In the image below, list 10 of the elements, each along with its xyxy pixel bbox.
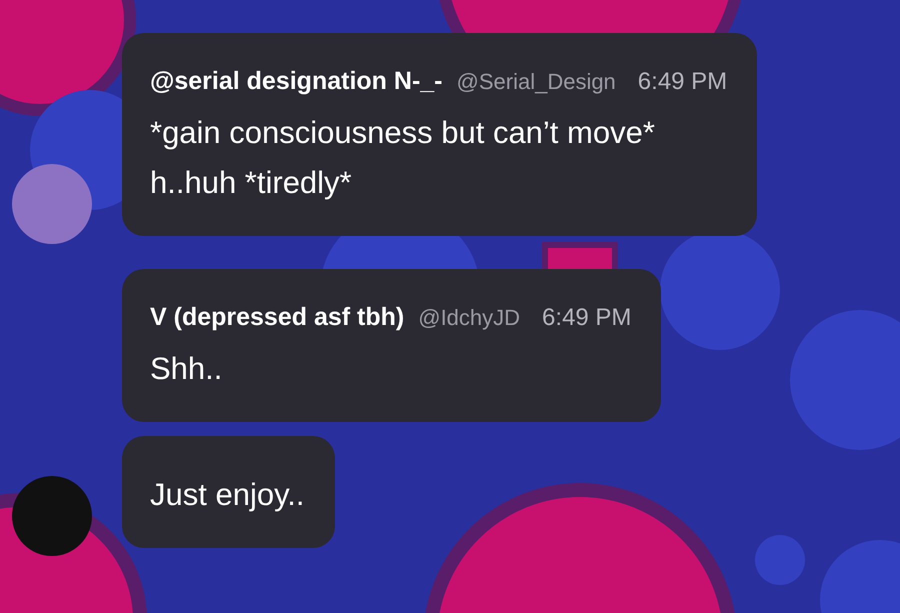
message-text: Shh.. [150,350,224,388]
message-text: Just enjoy.. [150,476,305,514]
message-time: 6:49 PM [542,304,632,332]
author-handle[interactable]: @Serial_Design [456,69,616,95]
message-text: h..huh *tiredly* [150,164,353,202]
message-time: 6:49 PM [638,68,728,96]
author-name[interactable]: @serial designation N-_- [150,67,442,96]
author-name[interactable]: V (depressed asf tbh) [150,303,404,332]
author-handle[interactable]: @IdchyJD [418,305,520,331]
message-text: *gain consciousness but can’t move* [150,114,656,152]
